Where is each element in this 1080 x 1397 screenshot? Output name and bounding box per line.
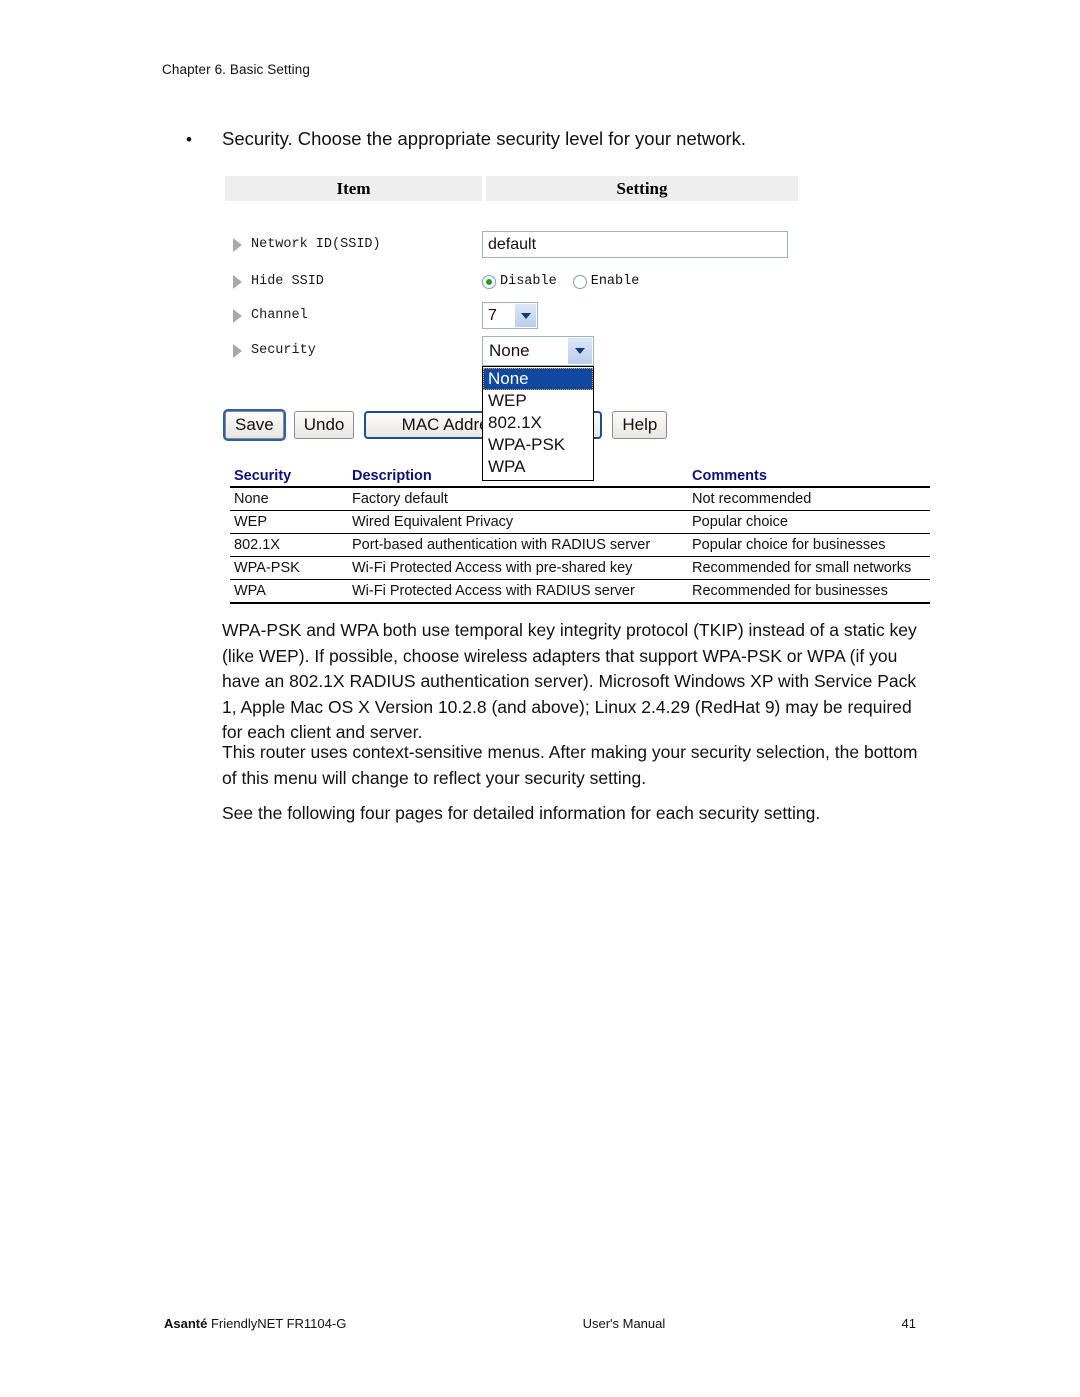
row-label-security-text: Security — [251, 343, 316, 358]
security-select-wrapper: None None WEP 802.1X WPA-PSK WPA — [482, 335, 594, 481]
security-dropdown-list[interactable]: None WEP 802.1X WPA-PSK WPA — [482, 365, 594, 481]
settings-row-hide-ssid: Hide SSID Disable Enable — [225, 265, 798, 298]
triangle-right-icon — [233, 237, 242, 252]
chapter-header: Chapter 6. Basic Setting — [162, 62, 310, 77]
cell-description: Factory default — [352, 491, 448, 507]
channel-select-value: 7 — [488, 306, 497, 324]
row-label-ssid: Network ID(SSID) — [225, 237, 482, 252]
radio-label-disable: Disable — [500, 274, 557, 289]
ssid-input[interactable]: default — [482, 231, 788, 258]
cell-comments: Not recommended — [692, 491, 812, 507]
footer-manual-title: User's Manual — [582, 1316, 666, 1331]
cell-comments: Popular choice — [692, 514, 788, 530]
radio-option-enable[interactable]: Enable — [572, 274, 640, 289]
dropdown-option-wpa-psk[interactable]: WPA-PSK — [483, 434, 593, 456]
table-header-comments: Comments — [688, 465, 930, 488]
dropdown-option-wep[interactable]: WEP — [483, 390, 593, 412]
router-button-bar: Save Undo MAC Address Control Help — [223, 409, 668, 441]
cell-description: Wi-Fi Protected Access with RADIUS serve… — [352, 583, 635, 599]
cell-security: None — [234, 491, 269, 507]
settings-table-body: Network ID(SSID) default Hide SSID Disab — [223, 201, 798, 481]
cell-description: Wired Equivalent Privacy — [352, 514, 514, 530]
cell-security: WPA — [234, 583, 266, 599]
triangle-right-icon — [233, 274, 242, 289]
column-header-item: Item — [225, 176, 482, 201]
row-label-hide-ssid: Hide SSID — [225, 274, 482, 289]
radio-option-disable[interactable]: Disable — [482, 274, 557, 289]
radio-label-enable: Enable — [590, 274, 640, 289]
table-header-security: Security — [230, 465, 348, 488]
cell-comments: Popular choice for businesses — [692, 537, 886, 553]
paragraph-context-menus: This router uses context-sensitive menus… — [222, 742, 918, 788]
triangle-right-icon — [233, 308, 242, 323]
cell-security: WPA-PSK — [234, 560, 300, 576]
settings-table-header: Item Setting — [225, 176, 798, 201]
row-value-channel: 7 — [482, 302, 798, 329]
row-value-ssid: default — [482, 231, 798, 258]
save-button[interactable]: Save — [223, 409, 286, 441]
settings-row-ssid: Network ID(SSID) default — [225, 228, 798, 261]
radio-selected-icon[interactable] — [482, 274, 496, 289]
footer-model: FriendlyNET FR1104-G — [207, 1316, 347, 1331]
table-row: WEP Wired Equivalent Privacy Popular cho… — [230, 511, 930, 534]
row-value-hide-ssid: Disable Enable — [482, 274, 798, 289]
settings-row-channel: Channel 7 — [225, 299, 798, 332]
footer-brand: Asanté — [164, 1316, 208, 1331]
paragraph-wpa-explanation: WPA-PSK and WPA both use temporal key in… — [222, 620, 917, 742]
cell-security: 802.1X — [234, 537, 280, 553]
chevron-down-icon[interactable] — [515, 304, 536, 327]
router-settings-panel: Item Setting Network ID(SSID) default Hi… — [223, 176, 798, 481]
undo-button[interactable]: Undo — [293, 411, 355, 439]
radio-unselected-icon[interactable] — [572, 274, 587, 289]
row-label-channel-text: Channel — [251, 308, 308, 323]
row-label-ssid-text: Network ID(SSID) — [251, 237, 381, 252]
cell-comments: Recommended for small networks — [692, 560, 912, 576]
triangle-right-icon — [233, 343, 242, 358]
row-label-channel: Channel — [225, 308, 482, 323]
cell-description: Wi-Fi Protected Access with pre-shared k… — [352, 560, 633, 576]
help-button[interactable]: Help — [612, 411, 668, 439]
security-select[interactable]: None — [482, 335, 594, 366]
security-comparison-table: Security Description Comments None Facto… — [230, 465, 930, 604]
table-row: WPA Wi-Fi Protected Access with RADIUS s… — [230, 580, 930, 603]
channel-select[interactable]: 7 — [482, 302, 538, 329]
footer-page-number: 41 — [901, 1316, 916, 1331]
table-row: WPA-PSK Wi-Fi Protected Access with pre-… — [230, 557, 930, 580]
paragraph-see-four-pages: See the following four pages for detaile… — [222, 803, 821, 823]
table-row: None Factory default Not recommended — [230, 487, 930, 511]
table-row: 802.1X Port-based authentication with RA… — [230, 534, 930, 557]
row-value-security: None None WEP 802.1X WPA-PSK WPA — [482, 335, 798, 481]
hide-ssid-radio-group: Disable Enable — [482, 274, 639, 289]
dropdown-option-8021x[interactable]: 802.1X — [483, 412, 593, 434]
chevron-down-icon[interactable] — [568, 337, 592, 364]
manual-page: Chapter 6. Basic Setting • Security. Choo… — [0, 0, 1080, 1397]
bullet-item-text: Security. Choose the appropriate securit… — [222, 128, 747, 149]
column-header-setting: Setting — [486, 176, 798, 201]
security-select-value: None — [489, 340, 530, 360]
cell-comments: Recommended for businesses — [692, 583, 888, 599]
dropdown-option-none[interactable]: None — [483, 367, 593, 390]
row-label-security: Security — [225, 343, 482, 358]
row-label-hide-ssid-text: Hide SSID — [251, 274, 324, 289]
footer-product: Asanté FriendlyNET FR1104-G — [164, 1316, 346, 1331]
bullet-item-security: • Security. Choose the appropriate securi… — [186, 126, 946, 153]
cell-description: Port-based authentication with RADIUS se… — [352, 537, 651, 553]
cell-security: WEP — [234, 514, 268, 530]
bullet-marker-icon: • — [186, 130, 192, 149]
dropdown-option-wpa[interactable]: WPA — [483, 456, 593, 478]
settings-row-security: Security None None WEP 802.1X WPA-PSK WP… — [225, 334, 798, 481]
page-footer: Asanté FriendlyNET FR1104-G User's Manua… — [164, 1316, 916, 1331]
